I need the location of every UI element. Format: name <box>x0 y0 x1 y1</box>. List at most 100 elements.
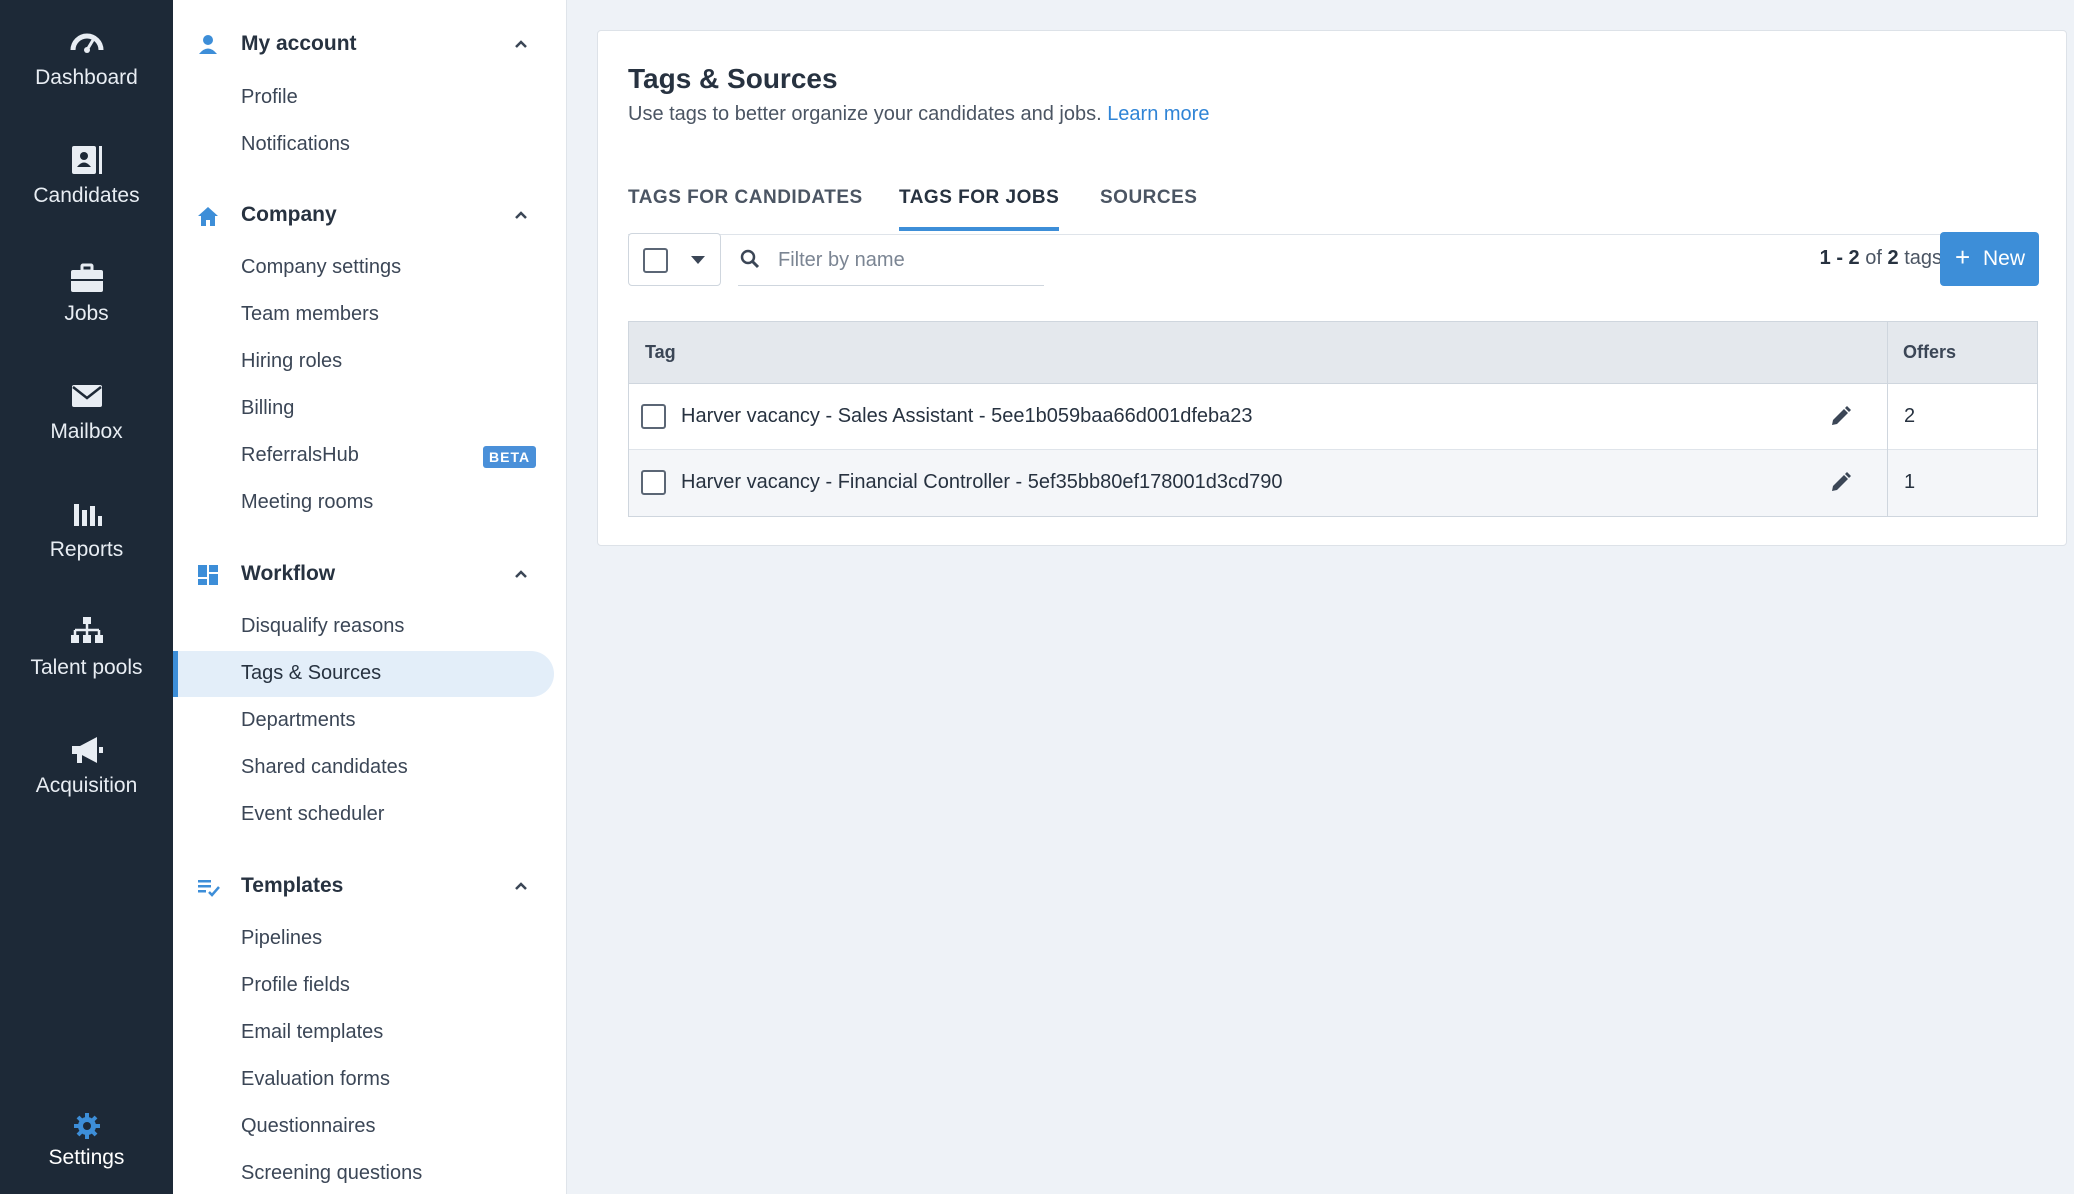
caret-down-icon[interactable] <box>691 256 705 264</box>
tag-name: Harver vacancy - Financial Controller - … <box>681 471 1283 493</box>
settings-sidebar: My account Profile Notifications Company… <box>173 0 567 1194</box>
sidebar-item-hiring-roles[interactable]: Hiring roles <box>173 339 554 385</box>
table-row: Harver vacancy - Financial Controller - … <box>629 450 2037 516</box>
chevron-up-icon[interactable] <box>511 205 531 225</box>
offers-count: 2 <box>1904 405 1916 427</box>
count-unit: tags <box>1904 247 1942 269</box>
row-checkbox[interactable] <box>641 404 666 429</box>
sidebar-item-shared-candidates[interactable]: Shared candidates <box>173 745 554 791</box>
sidebar-item-team-members[interactable]: Team members <box>173 292 554 338</box>
sidebar-item-tags-sources[interactable]: Tags & Sources <box>173 651 554 697</box>
result-count: 1 - 2 of 2 tags <box>1820 247 1942 270</box>
count-range: 1 - 2 <box>1819 247 1860 269</box>
envelope-icon <box>71 385 102 407</box>
row-checkbox[interactable] <box>641 470 666 495</box>
nav-acquisition[interactable]: Acquisition <box>0 730 173 798</box>
dashboard-grid-icon <box>198 565 218 585</box>
nav-settings[interactable]: Settings <box>0 1110 173 1170</box>
sidebar-item-label: Profile <box>241 86 298 108</box>
filter-field <box>738 233 1044 286</box>
nav-label: Dashboard <box>35 66 138 89</box>
page-subtitle: Use tags to better organize your candida… <box>628 103 1209 126</box>
chevron-up-icon[interactable] <box>511 564 531 584</box>
header-offers: Offers <box>1903 342 1957 362</box>
nav-label: Settings <box>48 1146 125 1169</box>
sidebar-item-label: Company settings <box>241 256 402 278</box>
learn-more-link[interactable]: Learn more <box>1107 103 1209 125</box>
sidebar-item-label: Departments <box>241 709 356 731</box>
sidebar-item-screening-questions[interactable]: Screening questions <box>173 1151 554 1194</box>
nav-label: Candidates <box>33 184 140 207</box>
megaphone-icon <box>71 737 103 763</box>
sidebar-item-label: ReferralsHub <box>241 444 359 466</box>
hierarchy-icon <box>70 617 103 643</box>
sidebar-item-disqualify-reasons[interactable]: Disqualify reasons <box>173 604 554 650</box>
sidebar-item-profile[interactable]: Profile <box>173 75 554 121</box>
nav-label: Reports <box>49 538 124 561</box>
sidebar-item-profile-fields[interactable]: Profile fields <box>173 963 554 1009</box>
pencil-icon[interactable] <box>1827 404 1853 430</box>
pencil-icon[interactable] <box>1827 470 1853 496</box>
nav-talent-pools[interactable]: Talent pools <box>0 612 173 680</box>
sidebar-item-label: Disqualify reasons <box>241 615 405 637</box>
beta-badge: BETA <box>483 446 537 468</box>
count-total: 2 <box>1887 247 1899 269</box>
gear-icon <box>73 1113 100 1139</box>
nav-label: Mailbox <box>50 420 123 443</box>
section-workflow[interactable]: Workflow <box>173 550 567 598</box>
sidebar-item-event-scheduler[interactable]: Event scheduler <box>173 792 554 838</box>
briefcase-icon <box>70 263 103 292</box>
sidebar-item-company-settings[interactable]: Company settings <box>173 245 554 291</box>
tab-tags-for-candidates[interactable]: TAGS FOR CANDIDATES <box>628 187 863 227</box>
sidebar-item-referralshub[interactable]: ReferralsHub BETA <box>173 433 554 479</box>
person-icon <box>199 35 217 54</box>
plus-icon: + <box>1955 242 1971 272</box>
tags-sources-card: Tags & Sources Use tags to better organi… <box>597 30 2067 546</box>
sidebar-item-label: Email templates <box>241 1021 384 1043</box>
nav-reports[interactable]: Reports <box>0 494 173 562</box>
column-divider <box>1887 322 1888 516</box>
sidebar-item-label: Questionnaires <box>241 1115 376 1137</box>
section-title: My account <box>241 32 357 55</box>
sidebar-item-questionnaires[interactable]: Questionnaires <box>173 1104 554 1150</box>
sidebar-item-label: Event scheduler <box>241 803 385 825</box>
id-card-icon <box>71 146 102 174</box>
bar-chart-icon <box>73 504 102 526</box>
tag-name: Harver vacancy - Sales Assistant - 5ee1b… <box>681 405 1253 427</box>
new-button-label: New <box>1983 247 2026 270</box>
sidebar-item-pipelines[interactable]: Pipelines <box>173 916 554 962</box>
section-templates[interactable]: Templates <box>173 862 567 910</box>
new-tag-button[interactable]: + New <box>1940 232 2039 286</box>
section-company[interactable]: Company <box>173 191 567 239</box>
table-row: Harver vacancy - Sales Assistant - 5ee1b… <box>629 384 2037 450</box>
section-my-account[interactable]: My account <box>173 20 567 68</box>
sidebar-item-notifications[interactable]: Notifications <box>173 122 554 168</box>
sidebar-item-departments[interactable]: Departments <box>173 698 554 744</box>
select-all-checkbox[interactable] <box>643 248 668 273</box>
chevron-up-icon[interactable] <box>511 876 531 896</box>
sidebar-item-meeting-rooms[interactable]: Meeting rooms <box>173 480 554 526</box>
tab-sources[interactable]: SOURCES <box>1100 187 1197 227</box>
chevron-up-icon[interactable] <box>511 34 531 54</box>
nav-label: Talent pools <box>30 656 143 679</box>
sidebar-item-label: Pipelines <box>241 927 323 949</box>
sidebar-item-label: Shared candidates <box>241 756 408 778</box>
offers-count: 1 <box>1904 471 1916 493</box>
sidebar-item-label: Meeting rooms <box>241 491 374 513</box>
section-title: Templates <box>241 874 344 897</box>
nav-label: Acquisition <box>35 774 138 797</box>
sidebar-item-evaluation-forms[interactable]: Evaluation forms <box>173 1057 554 1103</box>
nav-mailbox[interactable]: Mailbox <box>0 376 173 444</box>
count-of: of <box>1865 247 1882 269</box>
gauge-icon <box>70 33 103 53</box>
tab-bar: TAGS FOR CANDIDATES TAGS FOR JOBS SOURCE… <box>628 151 2038 235</box>
tab-tags-for-jobs[interactable]: TAGS FOR JOBS <box>899 187 1060 231</box>
nav-dashboard[interactable]: Dashboard <box>0 22 173 90</box>
sidebar-item-email-templates[interactable]: Email templates <box>173 1010 554 1056</box>
sidebar-item-billing[interactable]: Billing <box>173 386 554 432</box>
nav-candidates[interactable]: Candidates <box>0 140 173 208</box>
filter-by-name-input[interactable] <box>778 243 1038 277</box>
nav-label: Jobs <box>64 302 109 325</box>
nav-jobs[interactable]: Jobs <box>0 258 173 326</box>
sidebar-item-label: Billing <box>241 397 295 419</box>
